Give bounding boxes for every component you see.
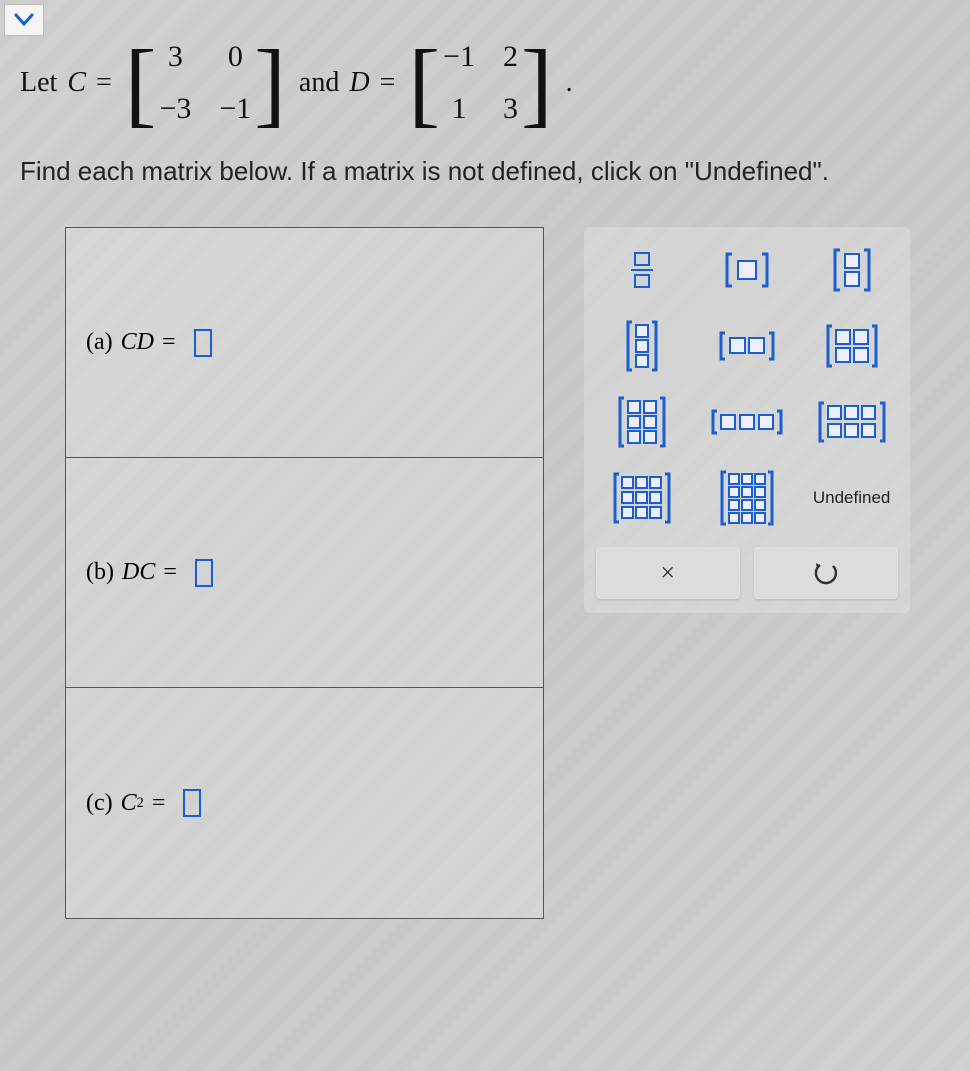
- part-b-input[interactable]: [195, 559, 213, 587]
- undefined-button[interactable]: Undefined: [817, 473, 887, 523]
- input-palette: Undefined ×: [584, 227, 910, 613]
- matrix-2x2-button[interactable]: [817, 321, 887, 371]
- part-a-input[interactable]: [194, 329, 212, 357]
- matrix-3x2-button[interactable]: [607, 397, 677, 447]
- matrix-4x3-icon: [720, 470, 774, 526]
- part-a-cell[interactable]: (a) CD =: [66, 228, 543, 458]
- part-b-cell[interactable]: (b) DC =: [66, 458, 543, 688]
- var-d: D: [349, 67, 369, 99]
- matrix-1x2-icon: [718, 330, 776, 362]
- matrix-3x3-icon: [613, 472, 671, 524]
- instruction-text: Find each matrix below. If a matrix is n…: [20, 156, 950, 187]
- close-icon: ×: [660, 558, 675, 588]
- fraction-icon: [631, 252, 653, 289]
- matrix-1x1-icon: [724, 251, 770, 289]
- clear-button[interactable]: ×: [596, 547, 740, 599]
- var-c: C: [67, 67, 86, 99]
- let-text: Let: [20, 67, 57, 99]
- part-c-label: (c): [86, 790, 113, 817]
- fraction-button[interactable]: [607, 245, 677, 295]
- and-text: and: [299, 67, 339, 99]
- undo-button[interactable]: [754, 547, 898, 599]
- equals-1: =: [96, 67, 112, 99]
- matrix-1x3-button[interactable]: [712, 397, 782, 447]
- period: .: [566, 67, 573, 99]
- matrix-2x3-icon: [818, 400, 886, 444]
- part-b-eq: =: [163, 559, 177, 586]
- part-c-cell[interactable]: (c) C2 =: [66, 688, 543, 918]
- part-c-expr-sup: 2: [137, 795, 144, 812]
- problem-statement: Let C = [ 3 0 −3 −1 ] and D = [ −1 2 1 3…: [20, 40, 950, 126]
- part-a-eq: =: [162, 329, 176, 356]
- undo-icon: [813, 560, 839, 586]
- matrix-3x2-icon: [618, 396, 666, 448]
- part-a-expr: CD: [121, 329, 154, 356]
- part-b-expr: DC: [122, 559, 155, 586]
- c-01: 0: [219, 40, 251, 74]
- d-11: 3: [503, 92, 518, 126]
- d-10: 1: [443, 92, 475, 126]
- matrix-2x1-icon: [832, 247, 872, 293]
- matrix-4x3-button[interactable]: [712, 473, 782, 523]
- matrix-2x2-icon: [825, 323, 879, 369]
- matrix-d: [ −1 2 1 3 ]: [405, 40, 555, 126]
- matrix-2x1-button[interactable]: [817, 245, 887, 295]
- matrix-c: [ 3 0 −3 −1 ]: [122, 40, 289, 126]
- matrix-1x3-icon: [711, 408, 783, 436]
- part-c-expr-base: C: [121, 790, 137, 817]
- c-10: −3: [159, 92, 191, 126]
- matrix-2x3-button[interactable]: [817, 397, 887, 447]
- matrix-1x2-button[interactable]: [712, 321, 782, 371]
- undefined-label: Undefined: [813, 488, 891, 508]
- equals-2: =: [380, 67, 396, 99]
- part-c-input[interactable]: [183, 789, 201, 817]
- part-c-eq: =: [152, 790, 166, 817]
- matrix-3x1-icon: [625, 320, 659, 372]
- part-a-label: (a): [86, 329, 113, 356]
- answer-table: (a) CD = (b) DC = (c) C2 =: [65, 227, 544, 919]
- c-00: 3: [159, 40, 191, 74]
- matrix-3x1-button[interactable]: [607, 321, 677, 371]
- d-01: 2: [503, 40, 518, 74]
- matrix-3x3-button[interactable]: [607, 473, 677, 523]
- matrix-1x1-button[interactable]: [712, 245, 782, 295]
- d-00: −1: [443, 40, 475, 74]
- part-b-label: (b): [86, 559, 114, 586]
- c-11: −1: [219, 92, 251, 126]
